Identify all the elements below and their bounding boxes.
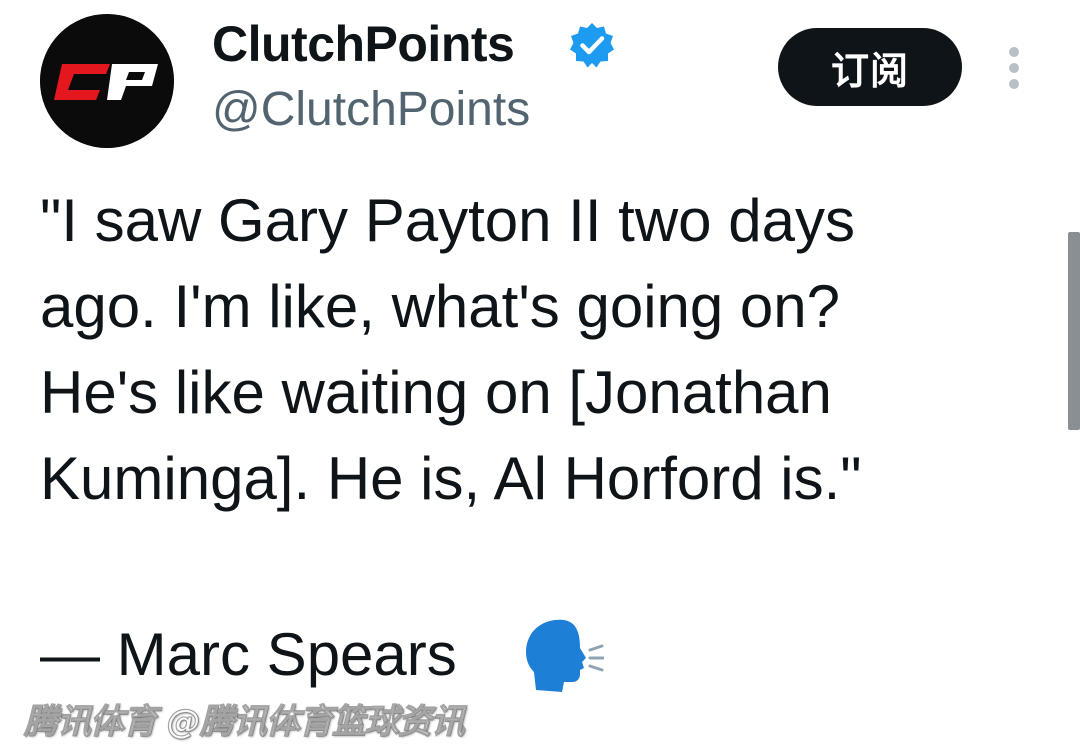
tweet-line: "I saw Gary Payton II two days	[40, 187, 855, 254]
speaking-head-icon	[526, 619, 604, 692]
avatar[interactable]	[40, 14, 174, 148]
display-name[interactable]: ClutchPoints	[212, 14, 515, 74]
vertical-ellipsis-icon[interactable]	[1000, 44, 1028, 92]
scrollbar[interactable]	[1068, 232, 1080, 430]
subscribe-button[interactable]: 订阅	[778, 28, 962, 106]
quote-attribution: — Marc Spears	[40, 621, 457, 688]
watermark: 腾讯体育 @腾讯体育篮球资讯	[23, 701, 465, 742]
account-handle[interactable]: @ClutchPoints	[212, 80, 530, 140]
tweet-line: Kuminga]. He is, Al Horford is."	[40, 445, 862, 512]
tweet-line: ago. I'm like, what's going on?	[40, 273, 841, 340]
verified-badge-icon	[570, 23, 614, 68]
tweet-line: He's like waiting on [Jonathan	[40, 359, 832, 426]
clutchpoints-logo-icon	[40, 14, 174, 148]
tweet-text: "I saw Gary Payton II two days ago. I'm …	[40, 178, 1040, 522]
